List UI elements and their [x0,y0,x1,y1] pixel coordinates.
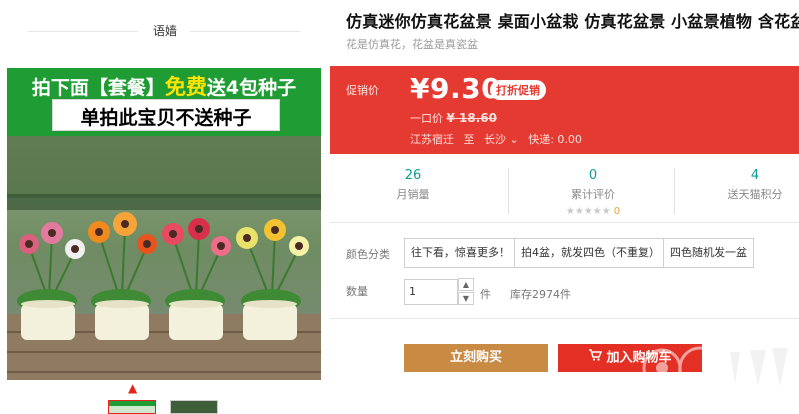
ship-to: 至 [463,133,475,146]
review-score: 0 [613,206,621,217]
banner-line1-free: 免费 [164,75,207,99]
ship-origin: 江苏宿迁 [410,133,454,146]
banner-line1: 拍下面【套餐】免费送4包种子 [7,71,321,101]
reviews-value: 0 [588,168,598,183]
quantity-input[interactable]: 1 [404,279,458,305]
banner-line1-post: 送4包种子 [206,77,297,99]
banner-line2: 单拍此宝贝不送种子 [80,107,252,129]
image-banner: 拍下面【套餐】免费送4包种子 单拍此宝贝不送种子 [7,68,321,136]
points-value: 4 [750,168,760,183]
cart-icon [588,344,603,372]
stats-divider-1 [508,168,509,214]
product-photo [7,136,321,380]
quantity-unit: 件 [480,288,491,301]
promo-price-label: 促销价 [346,84,379,97]
stat-points: 4 送天猫积分 [680,168,799,202]
ship-express: 快递: 0.00 [528,133,582,146]
reviews-label: 累计评价 [571,188,615,201]
thumbnail-1[interactable] [108,400,156,414]
quantity-divider-bottom [330,318,799,319]
promo-panel: 促销价 ¥9.30 打折促销 一口价 ¥ 18.60 江苏宿迁 至 长沙 ⌄ 快… [330,66,799,154]
review-stars: ★★★★★ 0 [565,206,621,217]
buy-now-button[interactable]: 立刻购买 [404,344,548,372]
original-price-currency: ¥ [446,111,455,125]
color-option-3[interactable]: 四色随机发一盆 [663,238,754,268]
ship-destination[interactable]: 长沙 [484,133,506,146]
points-label: 送天猫积分 [727,188,783,201]
monthly-sales-label: 月销量 [396,188,430,201]
color-option-1[interactable]: 往下看，惊喜更多！ [404,238,517,268]
product-subtitle: 花是仿真花，花盆是真瓷盆 [346,38,478,51]
monthly-sales-value: 26 [404,168,422,183]
discount-badge[interactable]: 打折促销 [490,80,546,100]
left-column: 语嫱 拍下面【套餐】免费送4包种子 单拍此宝贝不送种子 ▲ [0,0,330,414]
stats-row: 26 月销量 0 累计评价 ★★★★★ 0 4 送天猫积分 [330,162,799,218]
stats-divider-bottom [330,222,799,223]
main-product-image[interactable]: 拍下面【套餐】免费送4包种子 单拍此宝贝不送种子 [7,68,321,380]
thumbnail-up-arrow-icon[interactable]: ▲ [128,382,138,394]
stat-reviews[interactable]: 0 累计评价 ★★★★★ 0 [518,168,668,217]
quantity-increase-button[interactable]: ▲ [458,278,474,291]
color-option-2[interactable]: 拍4盆，就发四色（不重复） [514,238,667,268]
quantity-label: 数量 [346,285,368,298]
site-watermark-logo [642,346,788,390]
product-info: 仿真迷你仿真花盆景 桌面小盆栽 仿真花盆景 小盆景植物 含花盆 花是仿真花，花盆… [330,0,799,410]
store-header: 语嫱 [0,0,330,62]
chevron-down-icon[interactable]: ⌄ [510,133,519,146]
thumbnail-2[interactable] [170,400,218,414]
promo-price: ¥9.30 [410,72,502,105]
color-option-label: 颜色分类 [346,248,390,261]
stock-count: 库存2974件 [510,288,571,301]
product-title: 仿真迷你仿真花盆景 桌面小盆栽 仿真花盆景 小盆景植物 含花盆 [346,12,799,31]
quantity-decrease-button[interactable]: ▼ [458,292,474,305]
original-price: 一口价 ¥ 18.60 [410,110,497,126]
original-price-value: 18.60 [459,111,498,125]
stats-divider-2 [674,168,675,214]
shipping-info: 江苏宿迁 至 长沙 ⌄ 快递: 0.00 [410,131,588,147]
banner-line1-pre: 拍下面【套餐】 [31,77,165,99]
banner-line2-box: 单拍此宝贝不送种子 [52,99,280,131]
store-divider-right [190,31,300,32]
original-price-label: 一口价 [410,112,443,125]
stat-monthly-sales: 26 月销量 [338,168,488,202]
